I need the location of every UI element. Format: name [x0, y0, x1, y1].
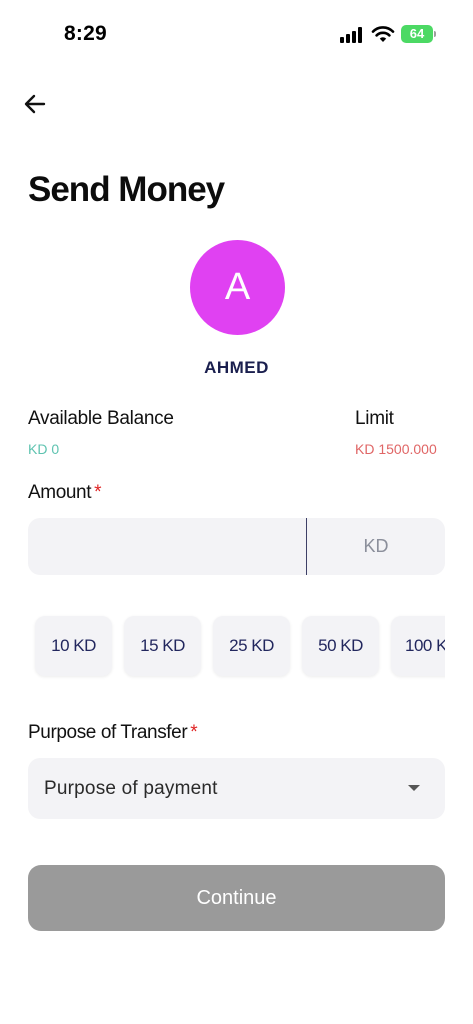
battery-tip	[434, 31, 436, 37]
currency-label: KD	[363, 536, 389, 556]
available-balance-label: Available Balance	[28, 408, 174, 429]
limit-label: Limit	[355, 408, 394, 429]
arrow-left-icon	[24, 94, 46, 114]
quick-amount-chip[interactable]: 25 KD	[213, 616, 290, 676]
continue-button[interactable]: Continue	[28, 865, 445, 931]
purpose-label: Purpose of Transfer *	[28, 722, 198, 744]
quick-amount-list: 10 KD 15 KD 25 KD 50 KD 100 K	[28, 612, 445, 682]
available-balance-value: KD 0	[28, 441, 60, 457]
limit-value: KD 1500.000	[355, 441, 437, 457]
quick-amount-chip[interactable]: 15 KD	[124, 616, 201, 676]
quick-amount-chip[interactable]: 100 K	[391, 616, 445, 676]
wifi-icon	[371, 26, 395, 42]
purpose-label-text: Purpose of Transfer	[28, 722, 188, 743]
caret-down-icon	[408, 785, 420, 791]
cellular-signal-icon	[340, 27, 364, 43]
required-mark: *	[190, 722, 198, 743]
amount-label: Amount *	[28, 482, 101, 504]
status-bar: 8:29 64	[0, 0, 473, 70]
amount-label-text: Amount	[28, 482, 92, 503]
amount-field: KD	[28, 518, 445, 575]
quick-amount-chip[interactable]: 50 KD	[302, 616, 379, 676]
back-button[interactable]	[20, 88, 52, 120]
page-title: Send Money	[28, 170, 225, 209]
battery-icon: 64	[401, 25, 433, 43]
amount-input[interactable]	[28, 518, 306, 575]
recipient-name: AHMED	[204, 358, 269, 377]
purpose-dropdown[interactable]: Purpose of payment	[28, 758, 445, 819]
quick-amount-chip[interactable]: 10 KD	[35, 616, 112, 676]
status-time: 8:29	[64, 22, 107, 45]
required-mark: *	[94, 482, 102, 503]
purpose-selected-value: Purpose of payment	[44, 778, 218, 799]
avatar: A	[190, 240, 285, 335]
